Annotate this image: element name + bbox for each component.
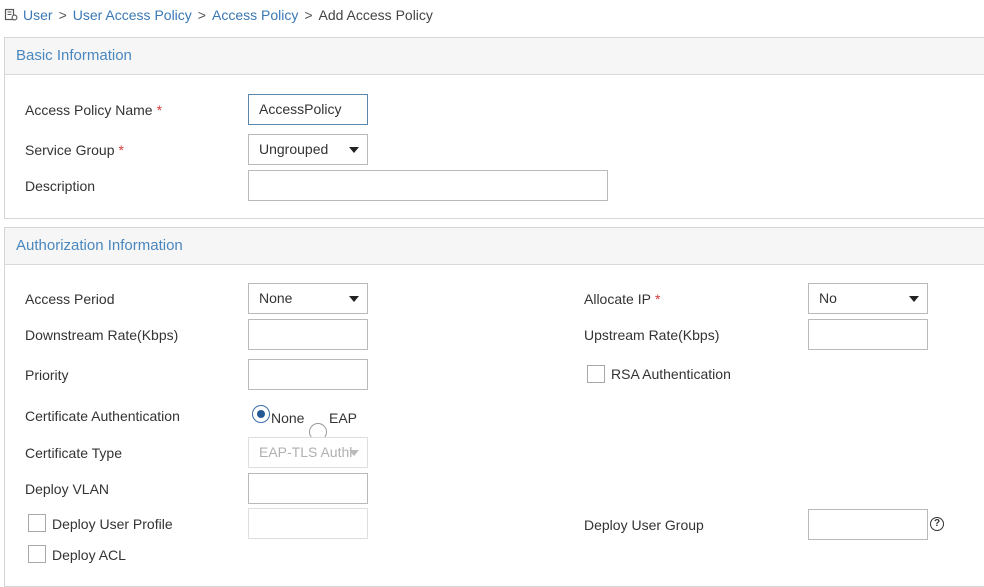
access-period-label: Access Period (25, 291, 115, 307)
user-policy-icon (4, 8, 18, 22)
required-mark: * (156, 102, 163, 118)
deploy-user-profile-input (248, 508, 368, 539)
chevron-down-icon (349, 450, 359, 456)
deploy-acl-checkbox[interactable] (28, 545, 46, 563)
deploy-user-group-label: Deploy User Group (584, 517, 704, 533)
downstream-rate-label: Downstream Rate(Kbps) (25, 327, 179, 343)
priority-input[interactable] (248, 359, 368, 390)
rsa-authentication-checkbox[interactable] (587, 365, 605, 383)
certificate-authentication-label: Certificate Authentication (25, 408, 180, 424)
required-mark: * (654, 291, 661, 307)
breadcrumb-access-policy[interactable]: Access Policy (212, 7, 298, 23)
breadcrumb-separator: > (197, 7, 206, 23)
breadcrumb-separator: > (58, 7, 67, 23)
access-policy-name-label: Access Policy Name * (25, 102, 163, 118)
certificate-type-select: EAP-TLS Authl (248, 437, 368, 468)
service-group-label: Service Group * (25, 142, 124, 158)
upstream-rate-input[interactable] (808, 319, 928, 350)
service-group-value: Ungrouped (259, 141, 329, 157)
downstream-rate-input[interactable] (248, 319, 368, 350)
cert-auth-eap-label: EAP (329, 410, 358, 426)
description-label: Description (25, 178, 96, 194)
rsa-authentication-label: RSA Authentication (611, 366, 731, 382)
certificate-type-value: EAP-TLS Authl (259, 444, 353, 460)
description-input[interactable] (248, 170, 608, 201)
deploy-user-group-input[interactable] (808, 509, 928, 540)
breadcrumb-separator: > (304, 7, 313, 23)
authorization-information-title: Authorization Information (5, 228, 984, 265)
service-group-select[interactable]: Ungrouped (248, 134, 368, 165)
breadcrumb: User > User Access Policy > Access Polic… (4, 5, 433, 25)
deploy-user-profile-label: Deploy User Profile (52, 516, 173, 532)
deploy-acl-label: Deploy ACL (52, 547, 126, 563)
breadcrumb-current: Add Access Policy (318, 7, 433, 23)
cert-auth-none-label: None (271, 410, 305, 426)
access-period-value: None (259, 290, 293, 306)
cert-auth-none-radio[interactable] (252, 405, 270, 423)
upstream-rate-label: Upstream Rate(Kbps) (584, 327, 720, 343)
chevron-down-icon (909, 296, 919, 302)
allocate-ip-label: Allocate IP * (584, 291, 661, 307)
deploy-vlan-label: Deploy VLAN (25, 481, 110, 497)
breadcrumb-user-access-policy[interactable]: User Access Policy (73, 7, 192, 23)
help-icon[interactable]: ? (930, 517, 944, 531)
basic-information-title: Basic Information (5, 38, 984, 75)
chevron-down-icon (349, 296, 359, 302)
priority-label: Priority (25, 367, 69, 383)
deploy-user-profile-checkbox[interactable] (28, 514, 46, 532)
allocate-ip-value: No (819, 290, 837, 306)
allocate-ip-select[interactable]: No (808, 283, 928, 314)
deploy-vlan-input[interactable] (248, 473, 368, 504)
breadcrumb-user[interactable]: User (23, 7, 53, 23)
chevron-down-icon (349, 147, 359, 153)
access-period-select[interactable]: None (248, 283, 368, 314)
required-mark: * (118, 142, 124, 158)
certificate-type-label: Certificate Type (25, 445, 123, 461)
access-policy-name-input[interactable]: AccessPolicy (248, 94, 368, 125)
